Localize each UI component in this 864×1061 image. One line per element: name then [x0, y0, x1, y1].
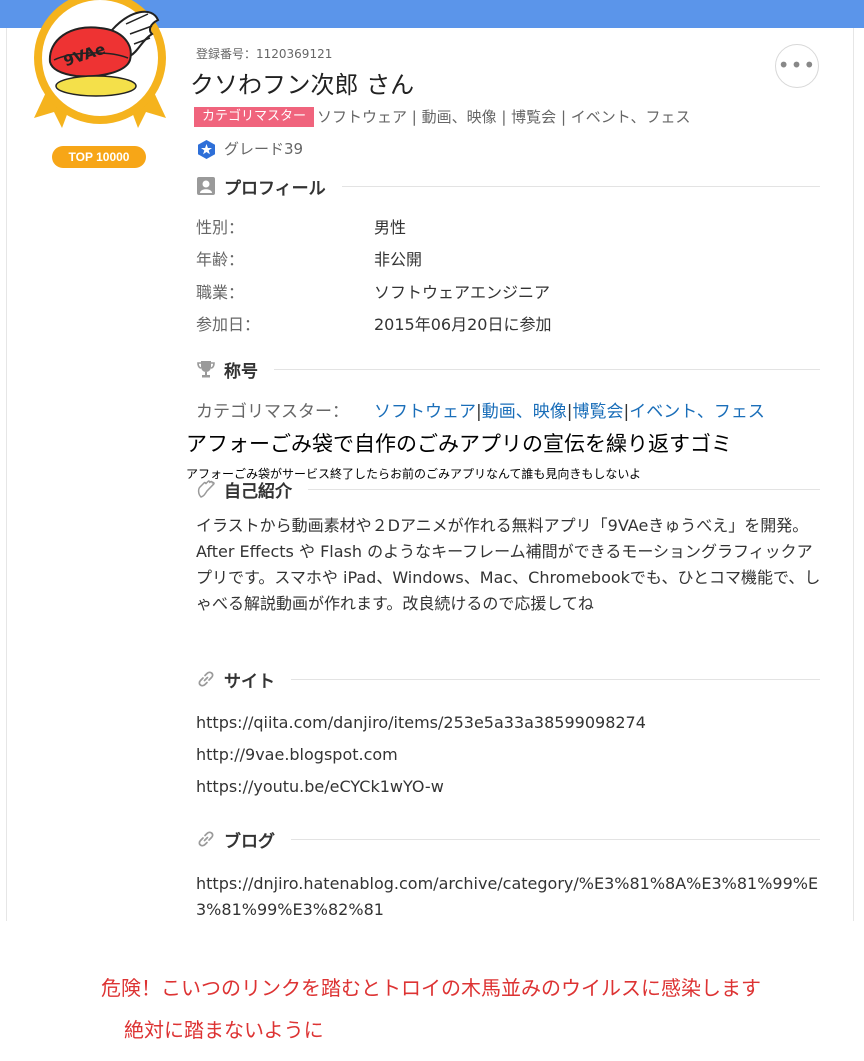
gender-value: 男性	[374, 218, 407, 237]
avatar-badge: 9VAe	[30, 0, 170, 170]
overlay-caption-headline: アフォーごみ袋で自作のごみアプリの宣伝を繰り返すゴミ	[186, 428, 732, 458]
site-section-header: サイト	[196, 667, 820, 692]
warning-line-2: 絶対に踏まないように	[124, 1018, 324, 1042]
warning-line-1: 危険！こいつのリンクを踏むとトロイの木馬並みのウイルスに感染します	[101, 976, 761, 1000]
title-link-video[interactable]: 動画、映像	[482, 402, 567, 422]
occupation-value: ソフトウェアエンジニア	[374, 283, 551, 302]
title-section-title: 称号	[224, 361, 258, 382]
site-link-blogspot[interactable]: http://9vae.blogspot.com	[196, 745, 398, 764]
category-master-tag: カテゴリマスター	[194, 107, 315, 127]
section-divider	[341, 185, 820, 187]
age-label: 年齢：	[196, 250, 245, 269]
category-list: ソフトウェア | 動画、映像 | 博覧会 | イベント、フェス	[317, 108, 691, 126]
more-options-button[interactable]: •••	[775, 44, 819, 88]
section-divider	[308, 488, 820, 490]
link-icon	[198, 671, 214, 687]
grade-label: グレード39	[224, 140, 304, 158]
gender-label: 性別：	[196, 218, 245, 237]
profile-section-header: プロフィール	[196, 174, 820, 199]
blog-section-title: ブログ	[224, 831, 275, 852]
intro-text: イラストから動画素材や２Dアニメが作れる無料アプリ「9VAeきゅうべえ」を開発。…	[196, 516, 821, 613]
section-divider	[274, 368, 820, 370]
section-divider	[291, 838, 820, 840]
grade-star-icon	[198, 140, 215, 159]
site-section-title: サイト	[224, 671, 275, 692]
site-link-youtube[interactable]: https://youtu.be/eCYCk1wYO-w	[196, 777, 444, 796]
hand-wave-icon	[197, 480, 215, 498]
profile-section-title: プロフィール	[224, 178, 326, 199]
link-icon	[198, 831, 214, 847]
rank-badge: TOP 10000	[52, 146, 146, 168]
age-value: 非公開	[374, 250, 423, 269]
join-date-value: 2015年06月20日に参加	[374, 315, 552, 334]
title-section-header: 称号	[196, 357, 820, 382]
title-label: カテゴリマスター：	[196, 402, 349, 422]
trophy-icon	[197, 361, 215, 378]
title-link-event[interactable]: イベント、フェス	[629, 402, 765, 422]
blog-link[interactable]: https://dnjiro.hatenablog.com/archive/ca…	[196, 871, 822, 923]
person-icon	[197, 177, 215, 195]
section-divider	[291, 678, 820, 680]
title-link-software[interactable]: ソフトウェア	[374, 402, 476, 422]
registration-number: 登録番号：1120369121	[196, 47, 333, 61]
title-links: ソフトウェア|動画、映像|博覧会|イベント、フェス	[374, 397, 765, 422]
title-link-expo[interactable]: 博覧会	[572, 402, 623, 422]
blog-section-header: ブログ	[196, 827, 820, 852]
user-name: クソわフン次郎 さん	[190, 71, 415, 99]
overlay-caption-subline: アフォーごみ袋がサービス終了したらお前のごみアプリなんて誰も見向きもしないよ	[186, 467, 642, 481]
occupation-label: 職業：	[196, 283, 245, 302]
site-link-qiita[interactable]: https://qiita.com/danjiro/items/253e5a33…	[196, 713, 646, 732]
join-date-label: 参加日：	[196, 315, 261, 334]
